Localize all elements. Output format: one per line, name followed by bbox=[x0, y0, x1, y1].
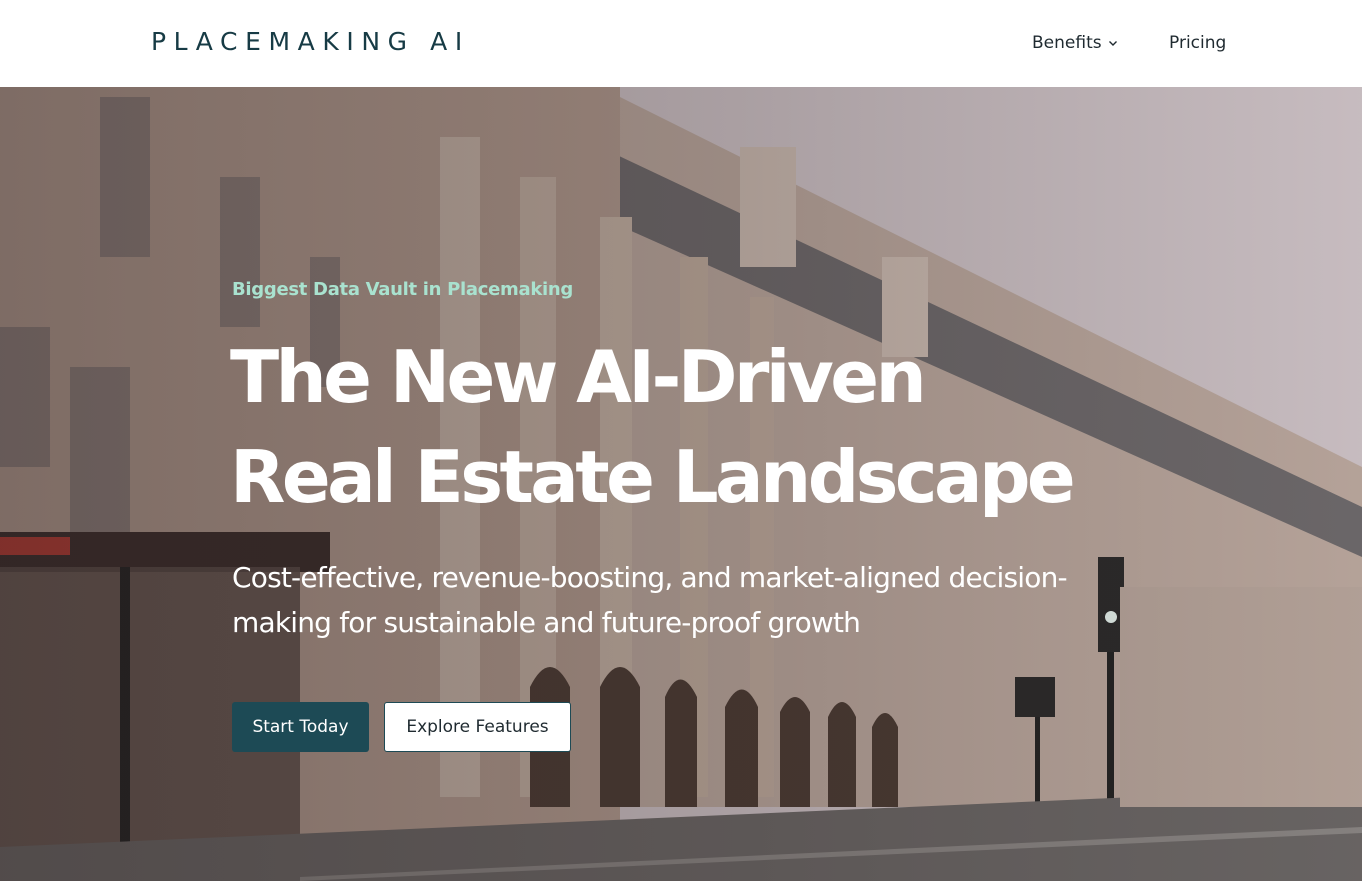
hero-headline: The New AI-Driven Real Estate Landscape bbox=[230, 327, 1130, 527]
hero-headline-line2: Real Estate Landscape bbox=[230, 435, 1076, 519]
top-navbar: PLACEMAKING AI Benefits Pricing bbox=[0, 0, 1362, 87]
hero-subhead: Cost-effective, revenue-boosting, and ma… bbox=[232, 561, 1068, 639]
logo[interactable]: PLACEMAKING AI bbox=[151, 27, 470, 57]
hero-section: Biggest Data Vault in Placemaking The Ne… bbox=[0, 87, 1362, 881]
nav-pricing-link[interactable]: Pricing bbox=[1169, 30, 1226, 56]
start-today-button[interactable]: Start Today bbox=[232, 702, 369, 752]
explore-features-button[interactable]: Explore Features bbox=[384, 702, 571, 752]
chevron-down-icon bbox=[1108, 41, 1117, 46]
hero-eyebrow: Biggest Data Vault in Placemaking bbox=[232, 279, 573, 300]
hero-headline-line1: The New AI-Driven bbox=[230, 335, 927, 419]
nav-pricing-label: Pricing bbox=[1169, 33, 1227, 53]
nav-benefits-menu[interactable]: Benefits bbox=[1032, 30, 1118, 56]
nav-benefits-label: Benefits bbox=[1032, 33, 1102, 53]
